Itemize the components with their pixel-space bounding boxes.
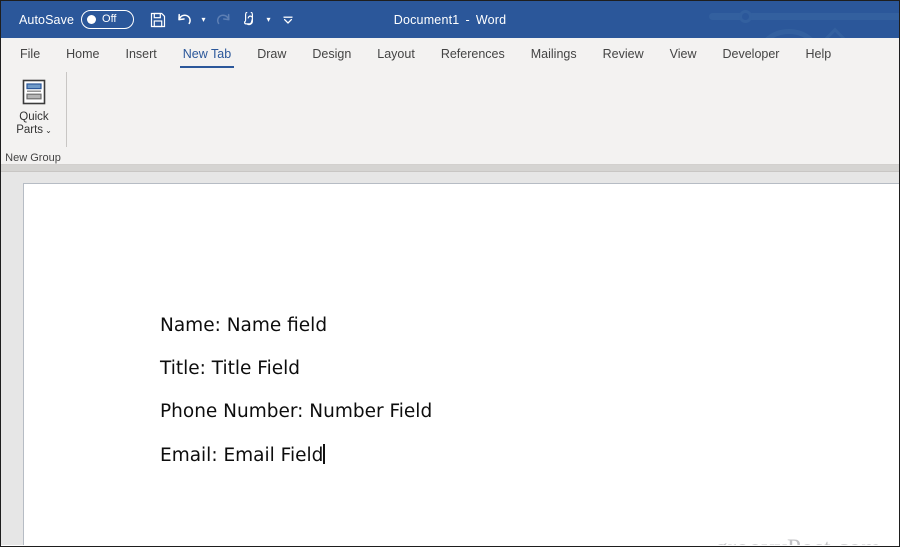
quick-parts-chevron-down-icon[interactable]: ⌄ xyxy=(45,126,52,135)
undo-dropdown-chevron-down-icon[interactable]: ▾ xyxy=(197,7,210,33)
quick-parts-label-line1: Quick xyxy=(19,111,49,123)
save-button[interactable] xyxy=(145,7,171,33)
touch-mouse-mode-button[interactable] xyxy=(236,7,262,33)
tab-help[interactable]: Help xyxy=(792,38,844,70)
window-title-separator: - xyxy=(465,12,470,27)
window-title: Document1 - Word xyxy=(1,1,899,38)
quick-parts-label-line2: Parts xyxy=(16,124,44,136)
document-canvas: Name: Name field Title: Title Field Phon… xyxy=(1,172,899,545)
tab-draw[interactable]: Draw xyxy=(244,38,299,70)
customize-quick-access-toolbar-button[interactable] xyxy=(275,7,301,33)
tab-home[interactable]: Home xyxy=(53,38,112,70)
redo-button xyxy=(210,7,236,33)
tab-view[interactable]: View xyxy=(657,38,710,70)
quick-parts-button[interactable]: Quick Parts ⌄ xyxy=(3,75,65,137)
quick-parts-icon xyxy=(17,75,51,109)
tab-references[interactable]: References xyxy=(428,38,518,70)
ribbon: Quick Parts ⌄ New Group xyxy=(1,70,899,165)
document-line-name[interactable]: Name: Name field xyxy=(160,315,879,337)
ribbon-group-label: New Group xyxy=(5,152,61,164)
watermark: groovyPost.com xyxy=(715,535,881,545)
ribbon-group-new-group: Quick Parts ⌄ New Group xyxy=(1,70,67,165)
autosave-state-label: Off xyxy=(102,13,117,25)
tab-mailings[interactable]: Mailings xyxy=(518,38,590,70)
tab-layout[interactable]: Layout xyxy=(364,38,428,70)
undo-button[interactable] xyxy=(171,7,197,33)
window-title-app-name: Word xyxy=(475,12,507,27)
title-bar: AutoSave Off ▾ ▾ Document1 - Word xyxy=(1,1,899,38)
tab-developer[interactable]: Developer xyxy=(709,38,792,70)
document-page[interactable]: Name: Name field Title: Title Field Phon… xyxy=(23,183,899,545)
quick-parts-button-label: Quick Parts ⌄ xyxy=(16,111,52,137)
document-line-phone-number[interactable]: Phone Number: Number Field xyxy=(160,401,879,423)
quick-access-toolbar: ▾ ▾ xyxy=(145,7,301,33)
autosave-toggle[interactable]: Off xyxy=(81,10,135,29)
document-line-email[interactable]: Email: Email Field xyxy=(160,444,879,467)
tab-design[interactable]: Design xyxy=(299,38,364,70)
ribbon-tab-strip: File Home Insert New Tab Draw Design Lay… xyxy=(1,38,899,70)
autosave-label: AutoSave xyxy=(19,12,75,27)
ruler-strip xyxy=(1,165,899,172)
autosave-toggle-knob-icon xyxy=(87,15,97,24)
touch-mode-dropdown-chevron-down-icon[interactable]: ▾ xyxy=(262,7,275,33)
tab-file[interactable]: File xyxy=(7,38,53,70)
document-line-title[interactable]: Title: Title Field xyxy=(160,358,879,380)
tab-insert[interactable]: Insert xyxy=(113,38,170,70)
document-text-body[interactable]: Name: Name field Title: Title Field Phon… xyxy=(160,315,879,488)
text-cursor-caret xyxy=(323,444,325,464)
window-title-document-name: Document1 xyxy=(393,12,460,27)
tab-review[interactable]: Review xyxy=(590,38,657,70)
tab-new-tab[interactable]: New Tab xyxy=(170,38,244,70)
document-line-email-text: Email: Email Field xyxy=(160,445,324,466)
word-application-window: AutoSave Off ▾ ▾ Document1 - Word File H… xyxy=(0,0,900,547)
autosave-control[interactable]: AutoSave Off xyxy=(19,10,135,29)
